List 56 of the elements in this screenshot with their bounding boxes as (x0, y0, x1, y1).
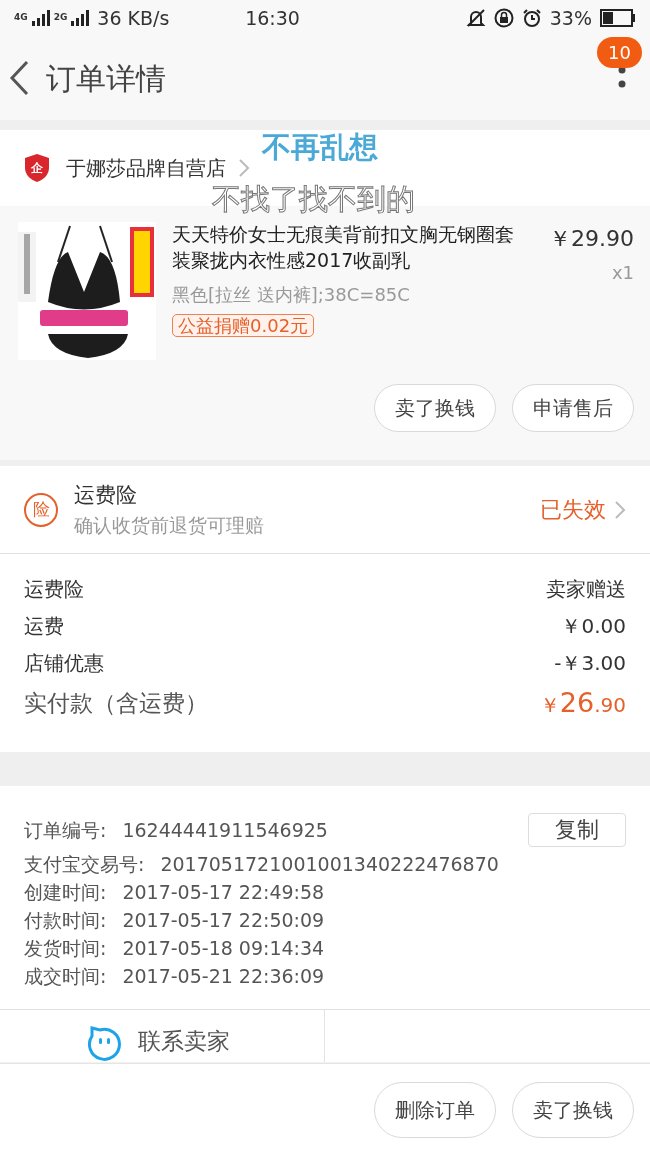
shop-name: 于娜莎品牌自营店 (66, 155, 226, 182)
clock: 16:30 (244, 5, 301, 31)
caption-text: 不再乱想 (262, 129, 378, 166)
info-label: 成交时间: (24, 964, 107, 989)
sell-button[interactable]: 卖了换钱 (374, 384, 496, 432)
mute-icon (465, 8, 486, 28)
info-value: 16244441911546925 (122, 818, 328, 843)
page-title: 订单详情 (46, 59, 166, 98)
chevron-right-icon (614, 499, 626, 520)
info-value: 2017-05-18 09:14:34 (122, 936, 325, 961)
chat-bubble-icon (86, 1024, 122, 1062)
signal-icon (31, 10, 50, 26)
fee-value: 卖家赠送 (546, 575, 626, 603)
info-label: 创建时间: (24, 880, 107, 905)
fee-value: -￥3.00 (554, 649, 626, 677)
product-quantity: x1 (611, 261, 634, 285)
product-price: ￥29.90 (549, 225, 634, 253)
network-type: 2G (53, 11, 68, 25)
info-value: 2017-05-17 22:50:09 (122, 908, 325, 933)
info-label: 支付宝交易号: (24, 852, 145, 877)
rotation-lock-icon (493, 8, 514, 28)
shop-badge-icon (24, 153, 50, 183)
fee-label: 运费 (24, 612, 64, 640)
info-value: 2017-05-17 22:49:58 (122, 880, 325, 905)
sell-button[interactable]: 卖了换钱 (512, 1081, 634, 1138)
network-speed: 36 KB/s (97, 5, 170, 31)
insurance-subtitle: 确认收货前退货可理赔 (74, 513, 265, 538)
copy-button[interactable]: 复制 (528, 813, 626, 847)
fee-value: ￥0.00 (561, 612, 626, 640)
after-sales-button[interactable]: 申请售后 (512, 384, 634, 432)
network-type: 4G (14, 11, 28, 25)
chevron-right-icon (238, 158, 250, 178)
back-button[interactable] (8, 60, 30, 96)
insurance-status: 已失效 (540, 496, 606, 524)
product-title: 天天特价女士无痕美背前扣文胸无钢圈套装聚拢内衣性感2017收副乳 (172, 222, 515, 273)
signal-icon (71, 10, 90, 26)
alarm-icon (521, 8, 542, 28)
total-amount: ￥26.90 (539, 685, 626, 720)
back-icon (8, 60, 30, 96)
fee-label: 运费险 (24, 575, 84, 603)
info-value: 2017051721001001340222476870 (160, 852, 499, 877)
delete-order-button[interactable]: 删除订单 (374, 1081, 496, 1138)
donation-tag: 公益捐赠0.02元 (172, 314, 315, 338)
info-value: 2017-05-21 22:36:09 (122, 964, 325, 989)
insurance-title: 运费险 (74, 481, 138, 509)
caption-text: 不找了找不到的 (212, 181, 415, 218)
fee-label: 实付款（含运费） (24, 688, 208, 718)
info-label: 发货时间: (24, 936, 107, 961)
insurance-badge: 险 (24, 492, 58, 527)
battery-icon (600, 9, 636, 27)
battery-level: 33% (549, 5, 592, 31)
info-label: 付款时间: (24, 908, 107, 933)
info-label: 订单编号: (24, 818, 107, 843)
fee-label: 店铺优惠 (24, 649, 104, 677)
product-variant: 黑色[拉丝 送内裤];38C=85C (172, 283, 411, 308)
shop-type-label: 企 (31, 160, 43, 177)
